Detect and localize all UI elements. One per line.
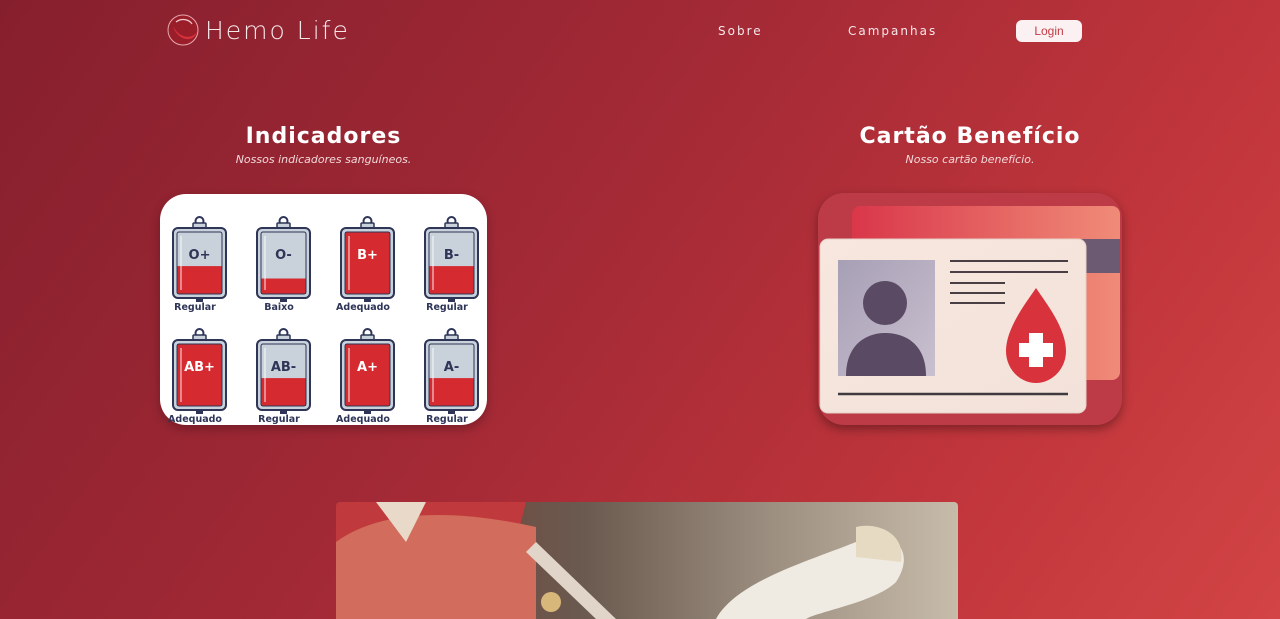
blood-type-label: B+ — [357, 248, 378, 263]
blood-fill-level — [429, 378, 474, 406]
blood-fill-level — [429, 266, 474, 294]
blood-fill-level — [345, 232, 390, 294]
logo[interactable]: Hemo Life — [167, 14, 350, 46]
blood-type-label: AB+ — [184, 360, 215, 375]
blood-bag: B- Regular — [412, 204, 482, 313]
benefit-card-panel[interactable] — [818, 193, 1122, 425]
blood-type-label: A+ — [357, 360, 378, 375]
id-card-icon — [819, 206, 1120, 414]
blood-status-label: Adequado — [168, 414, 222, 425]
blood-fill-level — [177, 266, 222, 294]
blood-status-label: Regular — [258, 414, 300, 425]
blood-status-label: Regular — [174, 302, 216, 313]
top-navbar: Hemo Life Sobre Campanhas Login — [0, 0, 1280, 64]
blood-bag: AB+ Adequado — [160, 316, 230, 425]
nav-link-sobre[interactable]: Sobre — [718, 24, 763, 38]
blood-fill-level — [261, 378, 306, 406]
blood-bag: B+ Adequado — [328, 204, 398, 313]
nav-link-campanhas[interactable]: Campanhas — [848, 24, 937, 38]
login-button[interactable]: Login — [1016, 20, 1082, 42]
blood-indicators-panel[interactable]: O+ Regular O- Baixo B+ Adequado B- Regul… — [160, 194, 487, 425]
blood-type-label: O- — [275, 248, 292, 263]
blood-bag: A+ Adequado — [328, 316, 398, 425]
blood-fill-level — [177, 344, 222, 406]
blood-fill-level — [345, 344, 390, 406]
blood-fill-level — [261, 278, 306, 294]
blood-bag: O+ Regular — [160, 204, 230, 313]
logo-text: Hemo Life — [205, 15, 350, 45]
cartao-title: Cartão Benefício — [859, 124, 1081, 149]
blood-type-label: A- — [443, 360, 460, 375]
blood-type-label: O+ — [188, 248, 211, 263]
blood-drop-logo-icon — [167, 14, 199, 46]
blood-donation-photo — [336, 502, 958, 619]
indicadores-subtitle: Nossos indicadores sanguíneos. — [235, 153, 412, 166]
blood-type-label: AB- — [270, 360, 297, 375]
blood-bag: A- Regular — [412, 316, 482, 425]
indicadores-title: Indicadores — [245, 124, 402, 149]
blood-status-label: Adequado — [336, 414, 390, 425]
blood-status-label: Regular — [426, 414, 468, 425]
blood-status-label: Regular — [426, 302, 468, 313]
cartao-subtitle: Nosso cartão benefício. — [905, 153, 1035, 166]
blood-status-label: Adequado — [336, 302, 390, 313]
blood-status-label: Baixo — [264, 302, 294, 313]
blood-type-label: B- — [443, 248, 460, 263]
blood-bag: O- Baixo — [244, 204, 314, 313]
blood-bag: AB- Regular — [244, 316, 314, 425]
